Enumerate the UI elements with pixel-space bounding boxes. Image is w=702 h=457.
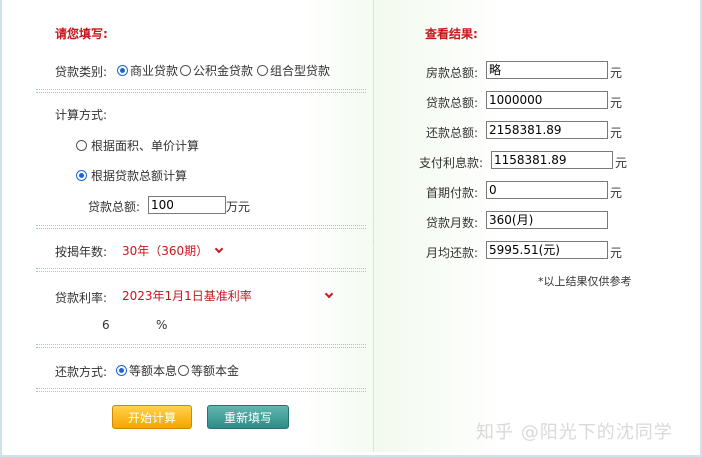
result-unit: 元	[610, 96, 623, 110]
result-label: 贷款月数:	[426, 216, 479, 230]
result-unit: 元	[615, 156, 628, 170]
repay-total-field[interactable]: 2158381.89	[486, 121, 608, 139]
calc-by-total-option[interactable]: 根据贷款总额计算	[76, 167, 187, 184]
radio-icon[interactable]	[76, 140, 87, 151]
watermark: 知乎 @阳光下的沈同学	[476, 422, 673, 443]
radio-selected-icon[interactable]	[76, 170, 87, 181]
radio-selected-icon[interactable]	[117, 65, 128, 76]
repay-label: 还款方式:	[55, 365, 108, 379]
start-calc-button[interactable]: 开始计算	[112, 405, 192, 429]
result-label: 支付利息款:	[419, 156, 484, 170]
divider	[36, 89, 366, 93]
divider	[36, 268, 366, 272]
divider	[36, 388, 366, 392]
radio-icon[interactable]	[178, 365, 189, 376]
result-unit: 元	[610, 246, 623, 260]
result-label: 贷款总额:	[426, 96, 479, 110]
rate-select[interactable]: 2023年1月1日基准利率	[122, 287, 336, 304]
chevron-down-icon	[214, 244, 224, 254]
input-panel: 请您填写: 贷款类别: 商业贷款 公积金贷款 组合型贷款 计算方式: 根据面积、…	[20, 0, 374, 452]
reset-button[interactable]: 重新填写	[207, 405, 289, 429]
down-payment-field[interactable]: 0	[486, 181, 608, 199]
loan-total-input[interactable]: 100	[148, 196, 226, 214]
calc-method-label: 计算方式:	[55, 108, 108, 122]
monthly-payment-field[interactable]: 5995.51(元)	[486, 241, 608, 259]
loan-total-label: 贷款总额:	[88, 200, 141, 214]
rate-label: 贷款利率:	[55, 291, 108, 305]
house-total-field[interactable]: 略	[486, 61, 608, 79]
radio-selected-icon[interactable]	[116, 365, 127, 376]
divider	[36, 225, 366, 229]
result-label: 首期付款:	[426, 186, 479, 200]
loan-total-unit: 万元	[226, 200, 251, 214]
result-panel: 查看结果: 房款总额: 略 元 贷款总额: 1000000 元 还款总额: 21…	[374, 0, 700, 452]
loan-type-combined-option[interactable]: 组合型贷款	[257, 62, 330, 79]
divider	[36, 344, 366, 348]
result-unit: 元	[610, 66, 623, 80]
disclaimer-note: *以上结果仅供参考	[538, 275, 632, 288]
loan-total-field[interactable]: 1000000	[486, 91, 608, 109]
result-label: 还款总额:	[426, 126, 479, 140]
loan-type-label: 贷款类别:	[55, 65, 108, 79]
result-label: 房款总额:	[426, 66, 479, 80]
rate-unit: %	[156, 318, 168, 332]
rate-value-input[interactable]: 6	[102, 318, 110, 332]
years-select[interactable]: 30年（360期）	[122, 242, 224, 259]
loan-months-field[interactable]: 360(月)	[486, 211, 608, 229]
repay-equal-principal-option[interactable]: 等额本金	[178, 362, 239, 379]
result-unit: 元	[610, 186, 623, 200]
radio-icon[interactable]	[257, 65, 268, 76]
calc-by-area-option[interactable]: 根据面积、单价计算	[76, 137, 199, 154]
chevron-down-icon	[324, 289, 334, 299]
result-label: 月均还款:	[426, 246, 479, 260]
result-section-title: 查看结果:	[425, 27, 478, 41]
radio-icon[interactable]	[180, 65, 191, 76]
loan-type-commercial-option[interactable]: 商业贷款	[117, 62, 178, 79]
loan-type-provident-option[interactable]: 公积金贷款	[180, 62, 253, 79]
interest-total-field[interactable]: 1158381.89	[491, 151, 613, 169]
repay-equal-installment-option[interactable]: 等额本息	[116, 362, 177, 379]
result-unit: 元	[610, 126, 623, 140]
input-section-title: 请您填写:	[55, 27, 108, 41]
years-label: 按揭年数:	[55, 245, 108, 259]
